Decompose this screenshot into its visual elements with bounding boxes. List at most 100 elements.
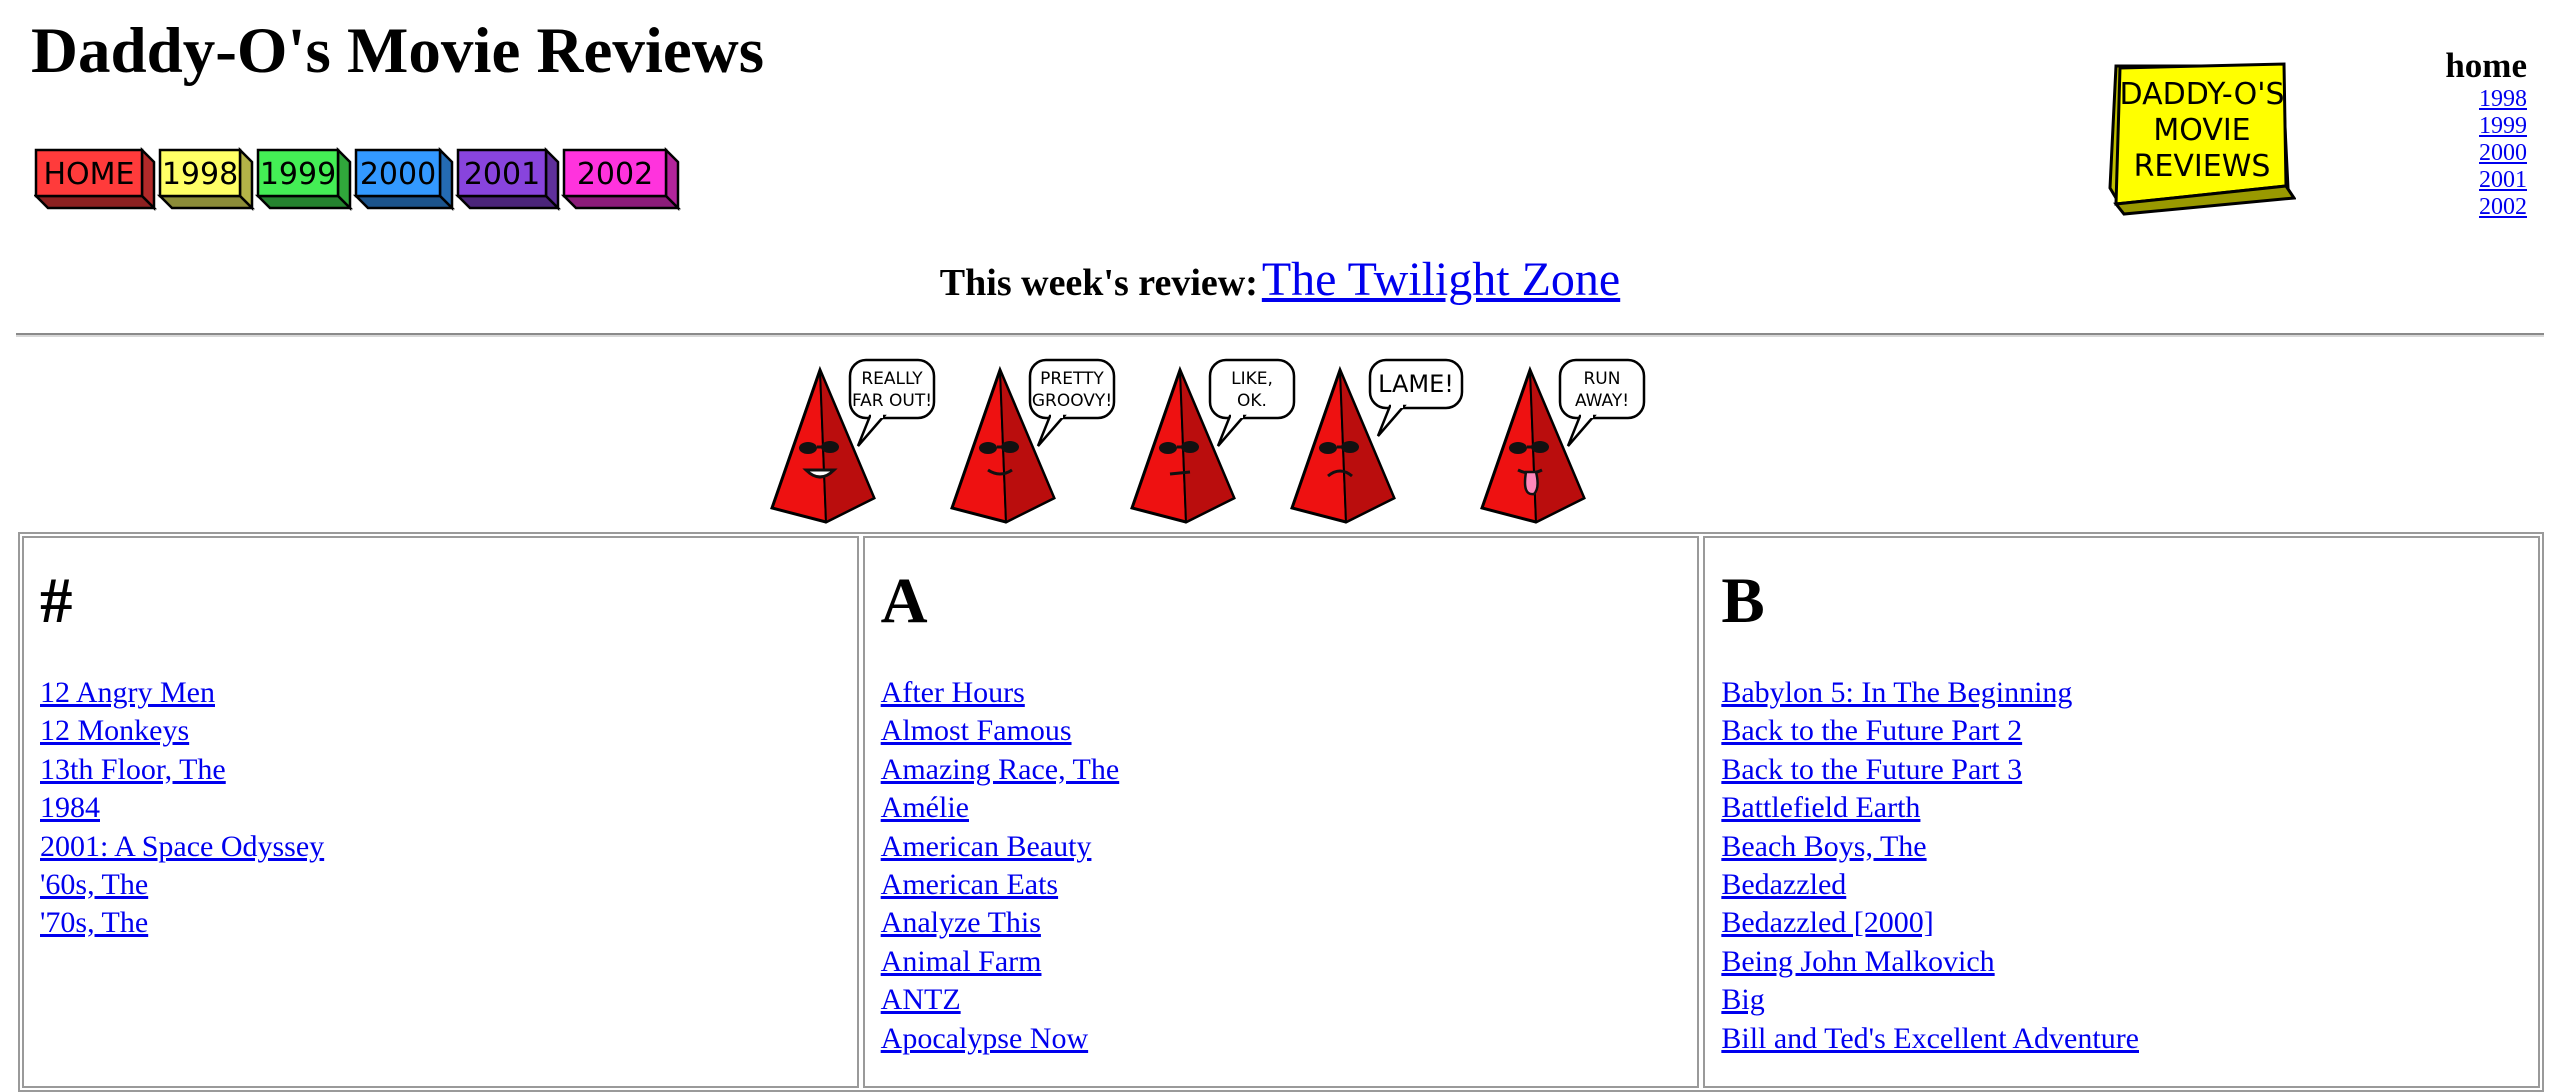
review-title-link[interactable]: The Twilight Zone bbox=[1262, 253, 1620, 306]
list-item: 1984 bbox=[40, 789, 841, 827]
movie-review-link[interactable]: Being John Malkovich bbox=[1721, 945, 1994, 978]
nav-button-label: 2000 bbox=[360, 157, 436, 192]
site-logo[interactable]: DADDY-O'S MOVIE REVIEWS bbox=[2102, 58, 2297, 216]
side-nav-year-2002[interactable]: 2002 bbox=[2327, 194, 2527, 221]
list-item: Beach Boys, The bbox=[1721, 828, 2522, 866]
movie-review-link[interactable]: Analyze This bbox=[881, 906, 1041, 939]
movie-review-link[interactable]: '60s, The bbox=[40, 868, 148, 901]
rating-pyramid-grin: REALLYFAR OUT! bbox=[770, 358, 936, 524]
movie-review-link[interactable]: ANTZ bbox=[881, 983, 961, 1016]
logo-text-line: DADDY-O'S bbox=[2120, 77, 2285, 112]
movie-review-link[interactable]: Back to the Future Part 2 bbox=[1721, 714, 2022, 747]
rating-caption: LIKE, bbox=[1231, 369, 1273, 389]
nav-button-2001[interactable]: 2001 bbox=[454, 146, 562, 212]
movie-review-link[interactable]: Back to the Future Part 3 bbox=[1721, 753, 2022, 786]
list-item: ANTZ bbox=[881, 981, 1682, 1019]
nav-button-label: 1999 bbox=[260, 157, 336, 192]
index-letter-heading: B bbox=[1721, 565, 1765, 637]
index-letter-heading: A bbox=[880, 565, 928, 637]
this-week-review: This week's review: The Twilight Zone bbox=[0, 252, 2560, 307]
movie-review-link[interactable]: Bill and Ted's Excellent Adventure bbox=[1721, 1022, 2139, 1055]
nav-button-label: 2002 bbox=[577, 157, 653, 192]
movie-review-link[interactable]: Amélie bbox=[881, 791, 969, 824]
nav-button-2000[interactable]: 2000 bbox=[352, 146, 456, 212]
index-column-numbers: #12 Angry Men 12 Monkeys 13th Floor, The 19… bbox=[22, 536, 859, 1088]
nav-button-1998[interactable]: 1998 bbox=[156, 146, 256, 212]
movie-review-link[interactable]: Bedazzled [2000] bbox=[1721, 906, 1933, 939]
list-item: Back to the Future Part 2 bbox=[1721, 712, 2522, 750]
side-nav-year-2000[interactable]: 2000 bbox=[2327, 140, 2527, 167]
movie-list: After Hours Almost Famous Amazing Race, Th… bbox=[881, 674, 1682, 1058]
list-item: American Eats bbox=[881, 866, 1682, 904]
list-item: '70s, The bbox=[40, 904, 841, 942]
list-item: 2001: A Space Odyssey bbox=[40, 828, 841, 866]
list-item: Amazing Race, The bbox=[881, 751, 1682, 789]
nav-button-1999[interactable]: 1999 bbox=[254, 146, 354, 212]
movie-review-link[interactable]: Big bbox=[1721, 983, 1764, 1016]
list-item: Big bbox=[1721, 981, 2522, 1019]
movie-review-link[interactable]: Almost Famous bbox=[881, 714, 1072, 747]
side-nav-year-2001[interactable]: 2001 bbox=[2327, 167, 2527, 194]
logo-text-line: MOVIE bbox=[2153, 113, 2250, 148]
index-letter-heading: # bbox=[40, 565, 73, 637]
movie-review-link[interactable]: After Hours bbox=[881, 676, 1025, 709]
rating-pyramid-flat: LIKE,OK. bbox=[1130, 358, 1296, 524]
movie-list: Babylon 5: In The Beginning Back to the F… bbox=[1721, 674, 2522, 1058]
rating-caption: AWAY! bbox=[1575, 391, 1629, 411]
movie-review-link[interactable]: Amazing Race, The bbox=[881, 753, 1120, 786]
list-item: Back to the Future Part 3 bbox=[1721, 751, 2522, 789]
year-nav-buttons: HOME 1998 1999 2000 2001 2002 bbox=[34, 140, 686, 216]
movie-review-link[interactable]: Bedazzled bbox=[1721, 868, 1846, 901]
list-item: Bedazzled [2000] bbox=[1721, 904, 2522, 942]
rating-pyramid-frown: LAME! bbox=[1290, 358, 1464, 524]
logo-text-line: REVIEWS bbox=[2134, 149, 2271, 184]
list-item: Analyze This bbox=[881, 904, 1682, 942]
index-column-b: B Babylon 5: In The Beginning Back to the … bbox=[1703, 536, 2541, 1088]
list-item: 12 Angry Men bbox=[40, 674, 841, 712]
nav-button-2002[interactable]: 2002 bbox=[560, 146, 682, 212]
movie-review-link[interactable]: 12 Monkeys bbox=[40, 714, 189, 747]
list-item: 12 Monkeys bbox=[40, 712, 841, 750]
rating-caption: OK. bbox=[1237, 391, 1267, 411]
divider bbox=[16, 333, 2544, 337]
list-item: American Beauty bbox=[881, 828, 1682, 866]
movie-review-link[interactable]: 1984 bbox=[40, 791, 100, 824]
list-item: Babylon 5: In The Beginning bbox=[1721, 674, 2522, 712]
index-column-a: A After Hours Almost Famous Amazing Race, T… bbox=[862, 536, 1700, 1088]
movie-review-link[interactable]: Babylon 5: In The Beginning bbox=[1721, 676, 2072, 709]
list-item: Amélie bbox=[881, 789, 1682, 827]
list-item: Bill and Ted's Excellent Adventure bbox=[1721, 1020, 2522, 1058]
movie-review-link[interactable]: 13th Floor, The bbox=[40, 753, 226, 786]
movie-review-link[interactable]: 12 Angry Men bbox=[40, 676, 215, 709]
movie-review-link[interactable]: '70s, The bbox=[40, 906, 148, 939]
nav-button-home[interactable]: HOME bbox=[34, 146, 158, 212]
movie-review-link[interactable]: Apocalypse Now bbox=[881, 1022, 1088, 1055]
movie-review-link[interactable]: American Beauty bbox=[881, 830, 1092, 863]
list-item: Apocalypse Now bbox=[881, 1020, 1682, 1058]
rating-pyramid-tongue: RUNAWAY! bbox=[1480, 358, 1646, 524]
movie-review-link[interactable]: Animal Farm bbox=[881, 945, 1042, 978]
rating-caption: PRETTY bbox=[1040, 369, 1104, 389]
rating-caption: LAME! bbox=[1378, 370, 1454, 398]
movie-review-link[interactable]: 2001: A Space Odyssey bbox=[40, 830, 324, 863]
list-item: Being John Malkovich bbox=[1721, 943, 2522, 981]
review-label: This week's review: bbox=[939, 262, 1258, 304]
movie-review-link[interactable]: Battlefield Earth bbox=[1721, 791, 1920, 824]
list-item: Animal Farm bbox=[881, 943, 1682, 981]
movie-review-link[interactable]: American Eats bbox=[881, 868, 1058, 901]
nav-button-label: HOME bbox=[43, 157, 134, 192]
rating-caption: GROOVY! bbox=[1032, 391, 1112, 411]
site-title: Daddy-O's Movie Reviews bbox=[31, 15, 764, 87]
rating-caption: REALLY bbox=[861, 369, 923, 389]
movie-index-table: #12 Angry Men 12 Monkeys 13th Floor, The 19… bbox=[18, 532, 2544, 1092]
movie-review-link[interactable]: Beach Boys, The bbox=[1721, 830, 1926, 863]
rating-caption: RUN bbox=[1584, 369, 1621, 389]
list-item: Bedazzled bbox=[1721, 866, 2522, 904]
nav-button-label: 2001 bbox=[464, 157, 540, 192]
rating-pyramid-smile: PRETTYGROOVY! bbox=[950, 358, 1116, 524]
movie-list: 12 Angry Men 12 Monkeys 13th Floor, The 198… bbox=[40, 674, 841, 943]
list-item: 13th Floor, The bbox=[40, 751, 841, 789]
side-nav-year-1998[interactable]: 1998 bbox=[2327, 86, 2527, 113]
side-nav-year-1999[interactable]: 1999 bbox=[2327, 113, 2527, 140]
list-item: Almost Famous bbox=[881, 712, 1682, 750]
